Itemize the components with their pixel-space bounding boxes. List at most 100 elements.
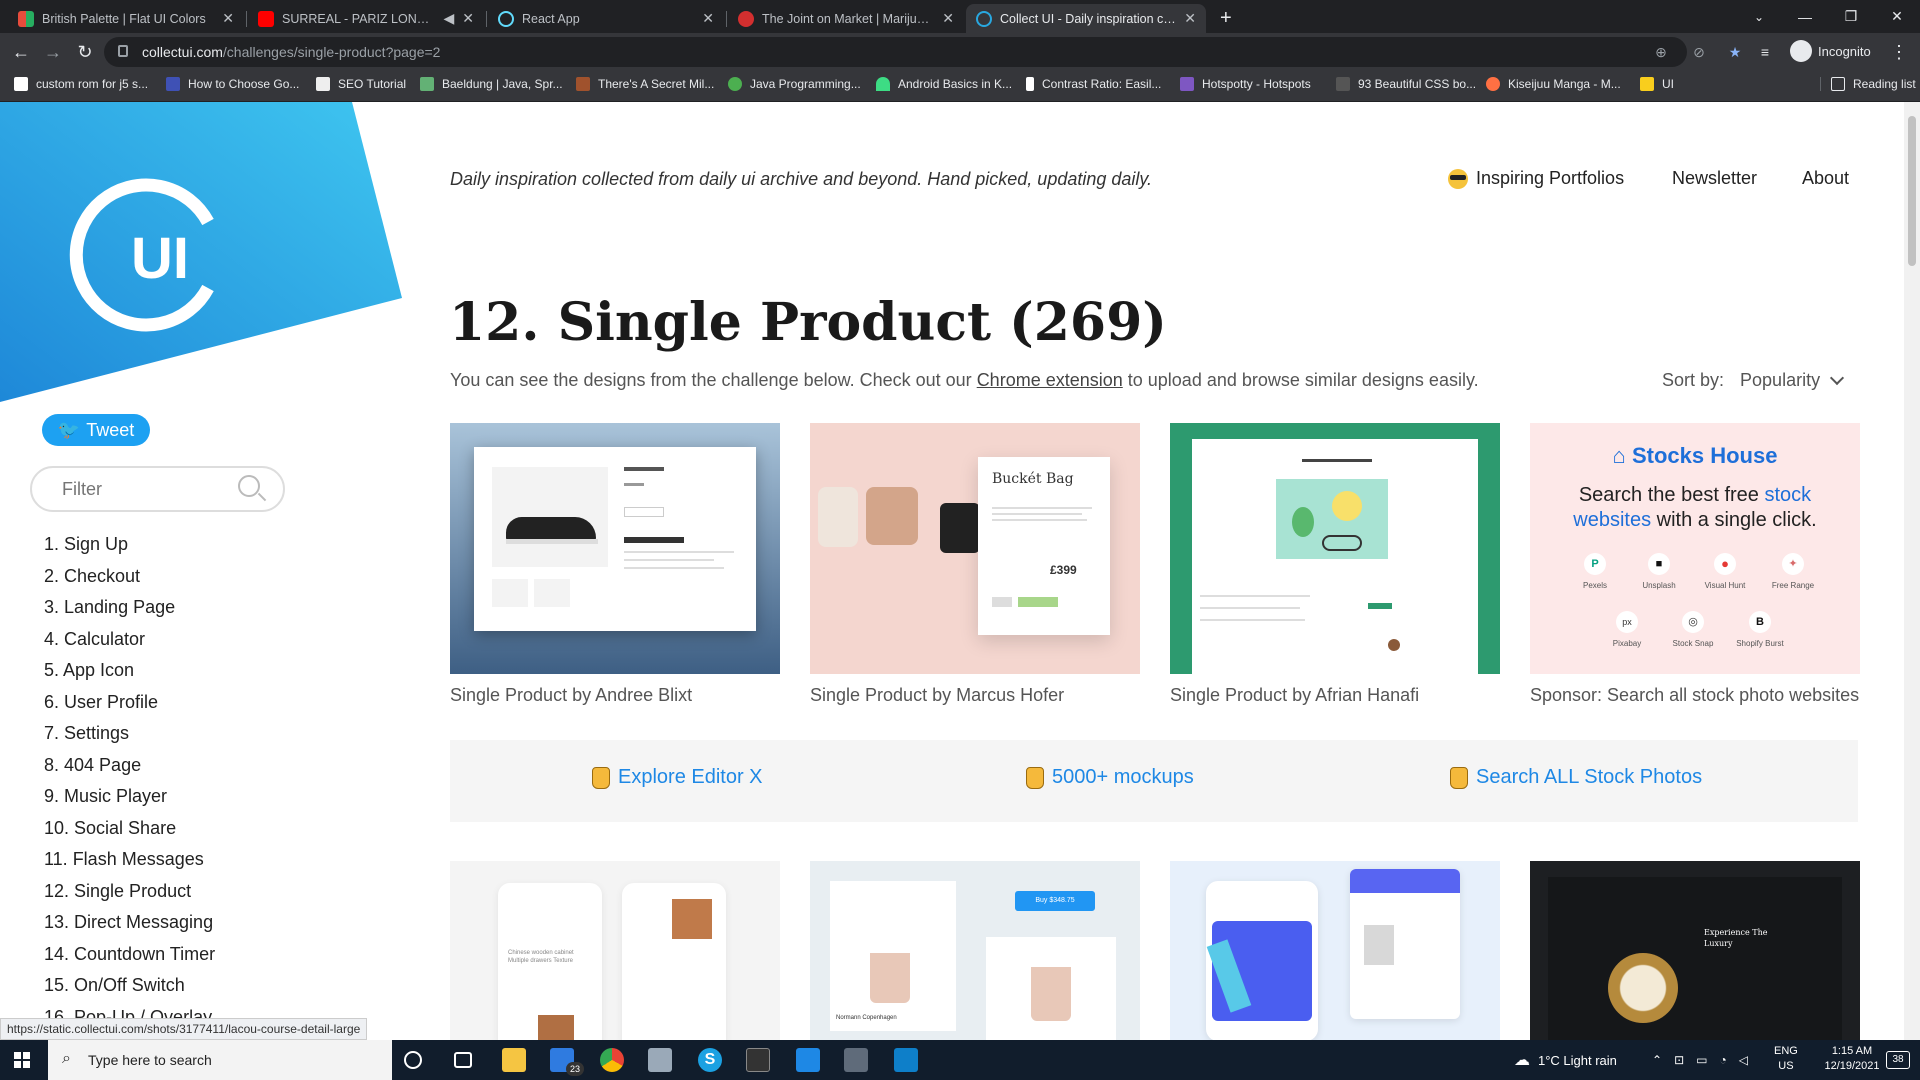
close-window-icon[interactable]: ✕ xyxy=(1874,0,1920,33)
search-icon[interactable] xyxy=(238,475,260,497)
chrome-extension-link[interactable]: Chrome extension xyxy=(977,370,1123,390)
new-tab-button[interactable]: + xyxy=(1210,4,1242,33)
scrollbar-thumb[interactable] xyxy=(1908,116,1916,266)
forward-arrow-icon[interactable]: → xyxy=(40,39,66,65)
card-caption[interactable]: Sponsor: Search all stock photo websites xyxy=(1530,685,1860,706)
reload-icon[interactable]: ↻ xyxy=(72,39,98,65)
photos-icon[interactable] xyxy=(894,1048,918,1072)
zoom-icon[interactable]: ⊕ xyxy=(1652,43,1670,61)
card-caption[interactable]: Single Product by Afrian Hanafi xyxy=(1170,685,1500,706)
sort-dropdown[interactable]: Sort by: Popularity xyxy=(1662,370,1845,391)
mockups-link[interactable]: 5000+ mockups xyxy=(1026,766,1194,789)
shot-thumbnail-cabinet[interactable]: Chinese wooden cabinet Multiple drawers … xyxy=(450,861,780,1040)
bookmark-baeldung[interactable]: Baeldung | Java, Spr... xyxy=(420,77,563,91)
explore-editor-x-link[interactable]: Explore Editor X xyxy=(592,766,763,789)
challenge-item[interactable]: 10. Social Share xyxy=(44,813,215,845)
challenge-item[interactable]: 3. Landing Page xyxy=(44,592,215,624)
shot-thumbnail-skincare[interactable] xyxy=(1170,861,1500,1040)
challenge-item[interactable]: 2. Checkout xyxy=(44,561,215,593)
shot-thumbnail-watch[interactable]: Experience The Luxury xyxy=(1530,861,1860,1040)
card-caption[interactable]: Single Product by Andree Blixt xyxy=(450,685,780,706)
bookmark-contrast-ratio[interactable]: Contrast Ratio: Easil... xyxy=(1026,77,1161,91)
bookmark-android-basics[interactable]: Android Basics in K... xyxy=(876,77,1012,91)
terminal-icon[interactable] xyxy=(746,1048,770,1072)
nav-newsletter[interactable]: Newsletter xyxy=(1672,168,1757,189)
bookmark-hotspotty[interactable]: Hotspotty - Hotspots xyxy=(1180,77,1311,91)
shot-thumbnail-bucket-bag[interactable]: Buckét Bag £399 xyxy=(810,423,1140,674)
challenge-item[interactable]: 13. Direct Messaging xyxy=(44,907,215,939)
chrome-icon[interactable] xyxy=(600,1048,624,1072)
tab-react-app[interactable]: React App ✕ xyxy=(488,4,724,33)
tab-collect-ui[interactable]: Collect UI - Daily inspiration colle ✕ xyxy=(966,4,1206,33)
sponsor-card[interactable]: ⌂ Stocks House Search the best free stoc… xyxy=(1530,423,1860,706)
tweet-button[interactable]: 🐦 Tweet xyxy=(42,414,150,446)
bookmark-custom-rom[interactable]: custom rom for j5 s... xyxy=(14,77,148,91)
card-caption[interactable]: Single Product by Marcus Hofer xyxy=(810,685,1140,706)
close-tab-icon[interactable]: ✕ xyxy=(702,10,714,27)
file-explorer-icon[interactable] xyxy=(502,1048,526,1072)
challenge-item-active[interactable]: 12. Single Product xyxy=(44,876,215,908)
close-tab-icon[interactable]: ✕ xyxy=(222,10,234,27)
tab-the-joint[interactable]: The Joint on Market | Marijuana ✕ xyxy=(728,4,964,33)
minimize-icon[interactable]: — xyxy=(1782,0,1828,33)
hero-logo-banner[interactable]: UI xyxy=(0,102,410,412)
volume-icon[interactable]: ◁ xyxy=(1739,1053,1748,1067)
challenge-item[interactable]: 1. Sign Up xyxy=(44,529,215,561)
design-card[interactable]: Buckét Bag £399 Single Product by Marcus… xyxy=(810,423,1140,706)
bookmark-css-borders[interactable]: 93 Beautiful CSS bo... xyxy=(1336,77,1476,91)
reading-queue-icon[interactable]: ≡ xyxy=(1752,39,1778,65)
nav-inspiring-portfolios[interactable]: Inspiring Portfolios xyxy=(1448,168,1624,189)
clock[interactable]: 1:15 AM 12/19/2021 xyxy=(1816,1044,1888,1074)
vscode-icon[interactable] xyxy=(796,1048,820,1072)
challenge-item[interactable]: 5. App Icon xyxy=(44,655,215,687)
bookmark-choose-go[interactable]: How to Choose Go... xyxy=(166,77,299,91)
challenge-item[interactable]: 15. On/Off Switch xyxy=(44,970,215,1002)
design-card[interactable]: Single Product by Afrian Hanafi xyxy=(1170,423,1500,706)
shot-thumbnail-normann[interactable]: Normann Copenhagen Buy $348.75 xyxy=(810,861,1140,1040)
close-tab-icon[interactable]: ✕ xyxy=(942,10,954,27)
language-indicator[interactable]: ENG US xyxy=(1774,1044,1798,1074)
windows-start-icon[interactable] xyxy=(14,1052,30,1068)
skype-icon[interactable]: S xyxy=(698,1048,722,1072)
tab-surreal[interactable]: SURREAL - PARIZ LONDON ◀ ✕ xyxy=(248,4,484,33)
challenge-item[interactable]: 8. 404 Page xyxy=(44,750,215,782)
challenge-item[interactable]: 4. Calculator xyxy=(44,624,215,656)
network-icon[interactable]: ⊡ xyxy=(1674,1053,1684,1067)
bookmark-ui-folder[interactable]: UI xyxy=(1640,77,1674,91)
bookmark-star-icon[interactable]: ★ xyxy=(1726,43,1744,61)
restore-icon[interactable]: ❐ xyxy=(1828,0,1874,33)
bookmark-secret-mil[interactable]: There's A Secret Mil... xyxy=(576,77,714,91)
bookmark-seo-tutorial[interactable]: SEO Tutorial xyxy=(316,77,406,91)
challenge-item[interactable]: 7. Settings xyxy=(44,718,215,750)
notepad-icon[interactable] xyxy=(648,1048,672,1072)
mute-icon[interactable]: ◀ xyxy=(443,10,454,27)
nav-about[interactable]: About xyxy=(1802,168,1849,189)
design-card[interactable]: Single Product by Andree Blixt xyxy=(450,423,780,706)
tab-british-palette[interactable]: British Palette | Flat UI Colors ✕ xyxy=(8,4,244,33)
wifi-icon[interactable]: ◔ xyxy=(1719,1053,1726,1067)
challenge-item[interactable]: 11. Flash Messages xyxy=(44,844,215,876)
back-arrow-icon[interactable]: ← xyxy=(8,39,34,65)
sort-value[interactable]: Popularity xyxy=(1740,370,1820,391)
search-stock-photos-link[interactable]: Search ALL Stock Photos xyxy=(1450,766,1702,789)
shot-thumbnail-sneaker[interactable] xyxy=(450,423,780,674)
tray-icons[interactable]: ⌃ ⊡ ▭ ◔ ◁ xyxy=(1652,1040,1748,1080)
reading-list[interactable]: Reading list xyxy=(1820,77,1916,91)
close-tab-icon[interactable]: ✕ xyxy=(1184,10,1196,27)
chevron-up-icon[interactable]: ⌃ xyxy=(1652,1053,1662,1067)
taskbar-search[interactable]: ⌕ Type here to search xyxy=(48,1040,392,1080)
challenge-item[interactable]: 9. Music Player xyxy=(44,781,215,813)
menu-dots-icon[interactable]: ⋮ xyxy=(1886,39,1912,65)
filter-input[interactable] xyxy=(62,479,232,500)
task-view-icon[interactable] xyxy=(454,1052,472,1068)
shot-thumbnail-tumbler[interactable] xyxy=(1170,423,1500,674)
filter-box[interactable] xyxy=(30,466,285,512)
page-scrollbar[interactable] xyxy=(1904,102,1920,1040)
tab-search-chevron-icon[interactable]: ⌄ xyxy=(1736,0,1782,33)
close-tab-icon[interactable]: ✕ xyxy=(462,10,474,27)
weather-widget[interactable]: ☁ 1°C Light rain xyxy=(1514,1040,1617,1080)
battery-icon[interactable]: ▭ xyxy=(1696,1053,1707,1067)
challenge-item[interactable]: 14. Countdown Timer xyxy=(44,939,215,971)
address-bar[interactable]: collectui.com/challenges/single-product?… xyxy=(104,37,1741,67)
notification-count[interactable]: 38 xyxy=(1886,1051,1910,1069)
